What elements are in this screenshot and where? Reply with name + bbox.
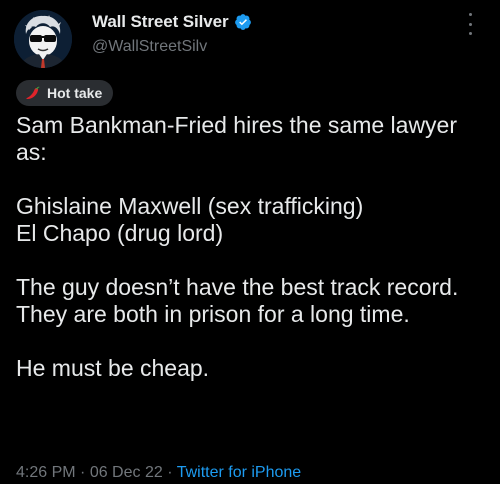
author-handle[interactable]: @WallStreetSilv [92,38,207,56]
author-name-row: Wall Street Silver [92,12,252,32]
tweet-card: Wall Street Silver @WallStreetSilv Hot t… [0,0,500,484]
tweet-source-link[interactable]: Twitter for iPhone [177,464,302,481]
more-vertical-icon[interactable] [460,13,480,35]
display-name[interactable]: Wall Street Silver [92,12,229,32]
tweet-time[interactable]: 4:26 PM [16,464,76,481]
meta-separator: · [75,464,90,481]
tweet-meta: 4:26 PM · 06 Dec 22 · Twitter for iPhone [16,464,301,482]
tag-label: Hot take [47,85,103,101]
wsb-mascot-avatar-icon [14,10,72,68]
meta-separator: · [162,464,177,481]
hot-pepper-icon [26,86,40,100]
tweet-date[interactable]: 06 Dec 22 [90,464,163,481]
verified-badge-icon [235,14,252,30]
avatar[interactable] [14,10,72,68]
tweet-text: Sam Bankman-Fried hires the same lawyer … [16,112,459,381]
hot-take-tag[interactable]: Hot take [16,80,114,106]
